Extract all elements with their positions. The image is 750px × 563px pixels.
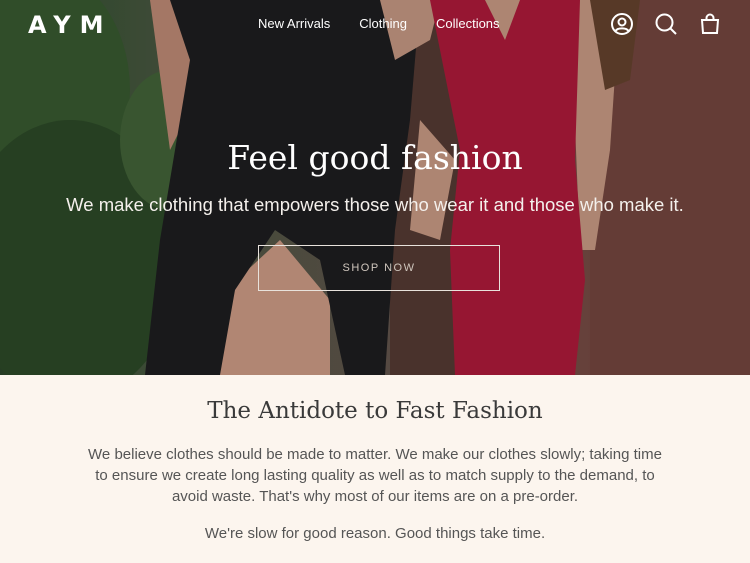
section-note: We're slow for good reason. Good things …: [204, 525, 546, 542]
hero-banner: AYM New Arrivals Clothing Collections Fe…: [0, 0, 750, 375]
brand-statement-section: The Antidote to Fast Fashion We believe …: [0, 375, 750, 563]
header-icons: [610, 12, 722, 36]
nav-item-new-arrivals[interactable]: New Arrivals: [258, 16, 330, 31]
nav-item-collections[interactable]: Collections: [436, 16, 500, 31]
account-icon[interactable]: [610, 12, 634, 36]
hero-overlay: [0, 0, 750, 375]
nav-item-clothing[interactable]: Clothing: [359, 16, 407, 31]
search-icon[interactable]: [654, 12, 678, 36]
shop-now-button[interactable]: SHOP NOW: [258, 245, 500, 291]
cart-icon[interactable]: [698, 12, 722, 36]
hero-subtitle: We make clothing that empowers those who…: [66, 194, 684, 215]
logo[interactable]: AYM: [28, 11, 113, 39]
main-nav: New Arrivals Clothing Collections: [258, 16, 500, 31]
hero-title: Feel good fashion: [227, 138, 523, 177]
section-body: We believe clothes should be made to mat…: [88, 446, 662, 505]
section-title: The Antidote to Fast Fashion: [207, 398, 543, 424]
